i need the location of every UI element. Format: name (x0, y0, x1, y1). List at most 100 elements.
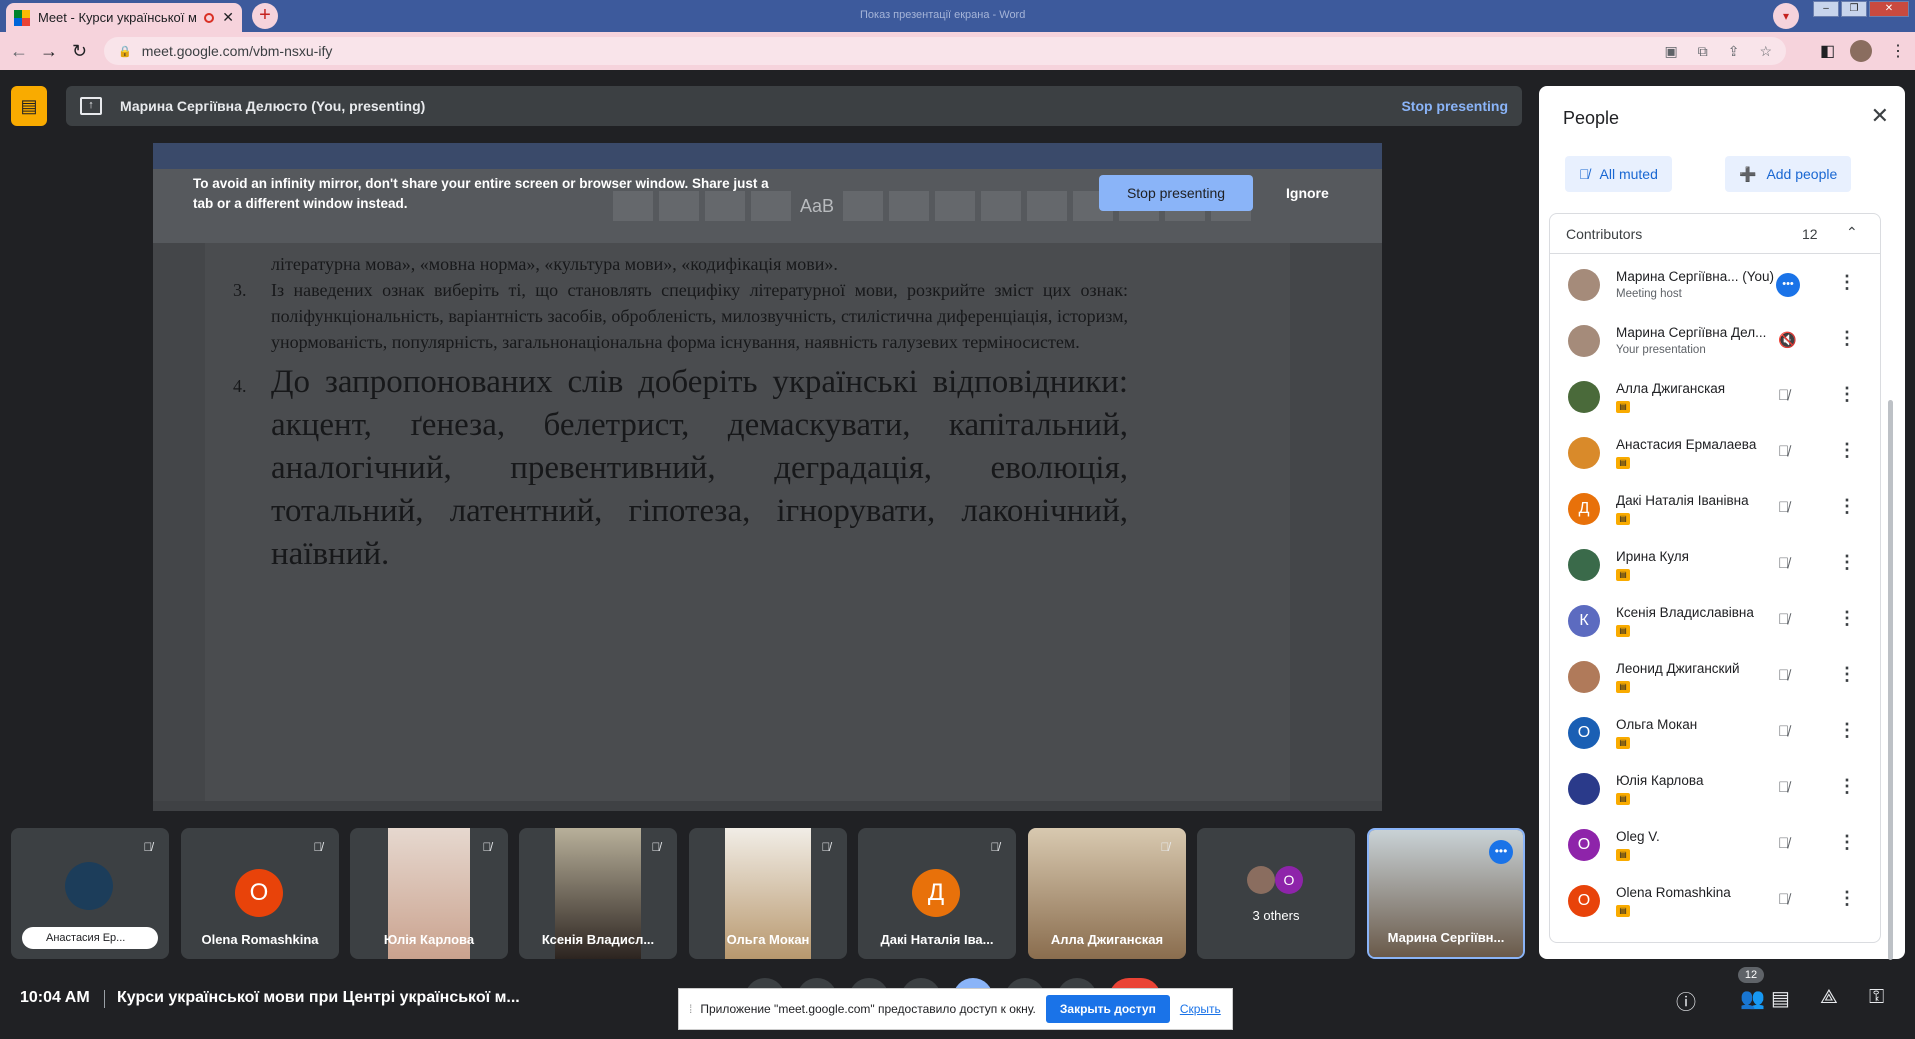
more-options-icon[interactable]: ••• (1489, 840, 1513, 864)
chat-icon[interactable]: ▤ (1771, 986, 1790, 1011)
host-controls-icon[interactable]: ⚿ (1869, 986, 1884, 1009)
participant-row[interactable]: К Ксенія Владиславівна ▤ 🎙̸ ⋮ (1550, 593, 1880, 649)
bookmark-star-icon[interactable]: ☆ (1759, 43, 1772, 60)
others-tile[interactable]: O 3 others (1197, 828, 1355, 959)
muted-mic-icon[interactable]: 🎙̸ (1778, 611, 1789, 628)
forward-arrow-icon[interactable]: → (40, 41, 58, 62)
new-tab-button[interactable]: + (252, 3, 278, 29)
meeting-info-icon[interactable]: ⓘ (1676, 986, 1696, 1015)
mic-off-icon: 🎙̸ (1579, 166, 1590, 182)
participant-row[interactable]: Юлія Карлова ▤ 🎙̸ ⋮ (1550, 761, 1880, 817)
participant-subtitle: Your presentation (1616, 344, 1706, 356)
window-close-button[interactable]: ✕ (1869, 1, 1909, 17)
profile-avatar[interactable] (1850, 40, 1872, 62)
muted-mic-icon[interactable]: 🎙̸ (1778, 499, 1789, 516)
address-toolbar: ← → ↻ 🔒 meet.google.com/vbm-nsxu-ify ▣ ⧉… (0, 32, 1915, 70)
speaker-off-icon[interactable]: 🔇 (1778, 331, 1797, 349)
participant-name: Марина Сергіївна Дел... (1616, 325, 1767, 340)
more-actions-icon[interactable]: ⋮ (1838, 384, 1856, 405)
contributors-label: Contributors (1566, 226, 1643, 242)
participant-row[interactable]: O Olena Romashkina ▤ 🎙̸ ⋮ (1550, 873, 1880, 929)
participant-row[interactable]: Алла Джиганская ▤ 🎙̸ ⋮ (1550, 369, 1880, 425)
camera-icon[interactable]: ▣ (1664, 43, 1677, 60)
muted-mic-icon[interactable]: 🎙̸ (1778, 779, 1789, 796)
more-actions-icon[interactable]: ⋮ (1838, 776, 1856, 797)
close-panel-icon[interactable]: ✕ (1871, 103, 1889, 129)
panel-scrollbar[interactable] (1888, 400, 1893, 960)
people-icon[interactable]: 👥 (1740, 986, 1765, 1011)
activities-icon[interactable]: ⟁ (1820, 986, 1838, 1009)
contributors-count: 12 (1802, 226, 1818, 242)
participant-row[interactable]: Леонид Джиганский ▤ 🎙̸ ⋮ (1550, 649, 1880, 705)
more-actions-icon[interactable]: ⋮ (1838, 272, 1856, 293)
more-actions-icon[interactable]: ⋮ (1838, 664, 1856, 685)
translate-icon[interactable]: ⧉ (1698, 43, 1708, 60)
warning-ignore-button[interactable]: Ignore (1286, 185, 1329, 201)
chevron-up-icon[interactable]: ⌃ (1846, 224, 1858, 241)
participant-tile[interactable]: 🎙̸ Юлія Карлова (350, 828, 508, 959)
add-people-button[interactable]: ➕ Add people (1725, 156, 1852, 192)
more-actions-icon[interactable]: ⋮ (1838, 888, 1856, 909)
restore-button[interactable]: ❐ (1841, 1, 1867, 17)
participant-tile[interactable]: 🎙̸ Алла Джиганская (1028, 828, 1186, 959)
browser-tab-meet[interactable]: Meet - Курси української м ✕ (6, 3, 242, 32)
browser-menu-icon[interactable]: ⋮ (1890, 41, 1906, 61)
participant-name: Алла Джиганская (1050, 932, 1164, 947)
hide-link[interactable]: Скрыть (1180, 1002, 1221, 1016)
participant-tile[interactable]: O 🎙̸ Olena Romashkina (181, 828, 339, 959)
muted-mic-icon[interactable]: 🎙̸ (1778, 891, 1789, 908)
present-screen-icon: ↑ (80, 97, 102, 115)
muted-mic-icon: 🎙̸ (1160, 840, 1170, 854)
lock-icon[interactable]: 🔒 (118, 45, 132, 58)
sidepanel-icon[interactable]: ◧ (1820, 41, 1835, 61)
presenting-badge-icon: ▤ (1616, 793, 1630, 805)
participant-row[interactable]: Ирина Куля ▤ 🎙̸ ⋮ (1550, 537, 1880, 593)
muted-mic-icon[interactable]: 🎙̸ (1778, 667, 1789, 684)
participant-row[interactable]: Марина Сергіївна... (You) Meeting host •••… (1550, 257, 1880, 313)
more-actions-icon[interactable]: ⋮ (1838, 720, 1856, 741)
participant-row[interactable]: Д Дакі Наталія Іванівна ▤ 🎙̸ ⋮ (1550, 481, 1880, 537)
doc-item-4: 4. До запропонованих слів доберіть украї… (233, 361, 1128, 576)
more-actions-icon[interactable]: ⋮ (1838, 608, 1856, 629)
more-actions-icon[interactable]: ⋮ (1838, 496, 1856, 517)
omnibox[interactable]: 🔒 meet.google.com/vbm-nsxu-ify ▣ ⧉ ⇪ ☆ (104, 37, 1786, 65)
more-actions-icon[interactable]: ⋮ (1838, 832, 1856, 853)
close-access-button[interactable]: Закрыть доступ (1045, 995, 1170, 1023)
tab-search-chevron-icon[interactable]: ▾ (1773, 3, 1799, 29)
muted-mic-icon[interactable]: 🎙̸ (1778, 443, 1789, 460)
contributors-header[interactable]: Contributors 12 ⌃ (1550, 214, 1880, 254)
back-arrow-icon[interactable]: ← (10, 41, 28, 62)
participant-row[interactable]: О Ольга Мокан ▤ 🎙̸ ⋮ (1550, 705, 1880, 761)
participant-row[interactable]: Марина Сергіївна Дел... Your presentation… (1550, 313, 1880, 369)
self-participant-tile[interactable]: ••• Марина Сергіївн... (1367, 828, 1525, 959)
warning-stop-presenting-button[interactable]: Stop presenting (1099, 175, 1253, 211)
participant-tile[interactable]: 🎙̸ Анастасия Ер... (11, 828, 169, 959)
drag-handle-icon[interactable]: ⁞ (689, 1002, 692, 1016)
presenting-badge-icon: ▤ (1616, 905, 1630, 917)
participant-tile[interactable]: Д 🎙̸ Дакі Наталія Іва... (858, 828, 1016, 959)
reload-icon[interactable]: ↻ (72, 41, 87, 62)
tab-close-icon[interactable]: ✕ (222, 9, 234, 26)
share-icon[interactable]: ⇪ (1728, 43, 1740, 60)
minimize-button[interactable]: – (1813, 1, 1839, 17)
participant-row[interactable]: Анастасия Ермалаева ▤ 🎙̸ ⋮ (1550, 425, 1880, 481)
presentation-badge-icon[interactable]: ▤ (11, 86, 47, 126)
all-muted-button[interactable]: 🎙̸ All muted (1565, 156, 1672, 192)
style-swatch (935, 191, 975, 221)
panel-title: People (1563, 108, 1620, 128)
participant-tile[interactable]: 🎙̸ Ксенія Владисл... (519, 828, 677, 959)
participant-row[interactable]: O Oleg V. ▤ 🎙̸ ⋮ (1550, 817, 1880, 873)
others-count: 3 others (1252, 908, 1300, 923)
stop-presenting-link[interactable]: Stop presenting (1401, 98, 1508, 114)
participant-tile[interactable]: 🎙̸ Ольга Мокан (689, 828, 847, 959)
avatar (1568, 549, 1600, 581)
more-actions-icon[interactable]: ⋮ (1838, 440, 1856, 461)
muted-mic-icon[interactable]: 🎙̸ (1778, 835, 1789, 852)
style-swatch (889, 191, 929, 221)
participant-name: Алла Джиганская (1616, 381, 1726, 396)
more-actions-icon[interactable]: ⋮ (1838, 328, 1856, 349)
muted-mic-icon[interactable]: 🎙̸ (1778, 555, 1789, 572)
more-actions-icon[interactable]: ⋮ (1838, 552, 1856, 573)
muted-mic-icon[interactable]: 🎙̸ (1778, 723, 1789, 740)
muted-mic-icon[interactable]: 🎙̸ (1778, 387, 1789, 404)
